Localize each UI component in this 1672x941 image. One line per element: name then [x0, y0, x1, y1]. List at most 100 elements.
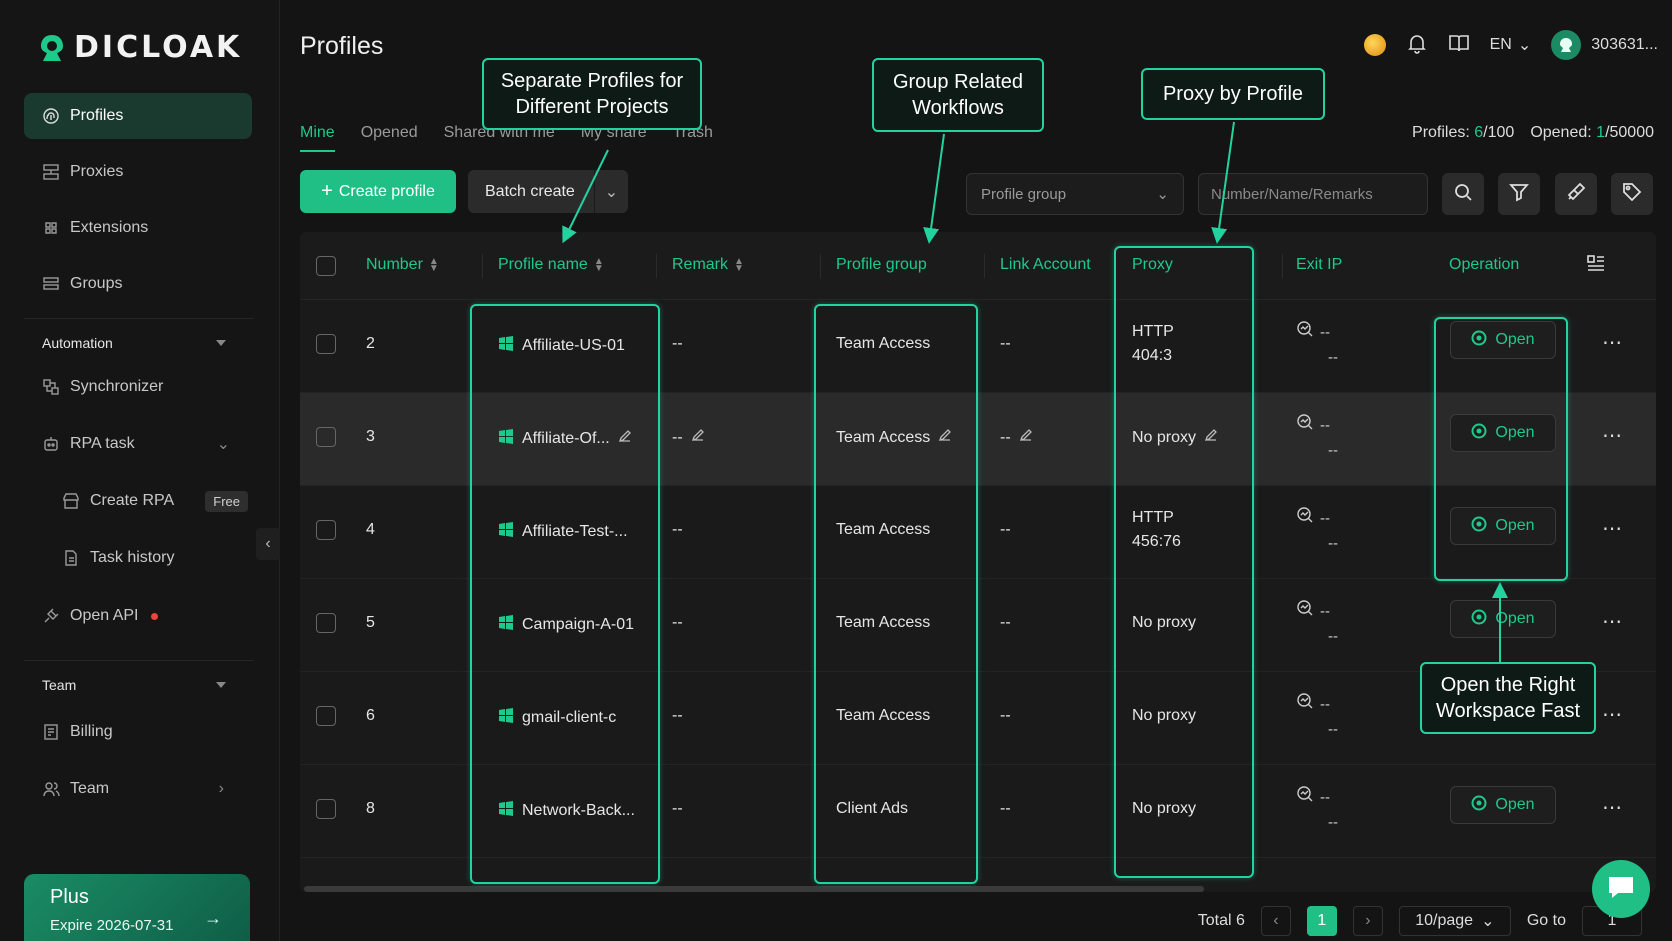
proxy-cell[interactable]: No proxy: [1132, 428, 1218, 447]
section-team[interactable]: Team: [42, 677, 76, 693]
sidebar-collapse-button[interactable]: ‹: [256, 528, 280, 560]
link-account-cell[interactable]: --: [1000, 428, 1033, 447]
row-checkbox[interactable]: [316, 799, 336, 819]
edit-icon[interactable]: [691, 428, 705, 447]
table-row[interactable]: 5 Campaign-A-01 -- Team Access -- No proxy -- -…: [300, 579, 1656, 672]
sidebar-item-task-history[interactable]: Task history: [44, 535, 254, 581]
open-profile-button[interactable]: Open: [1450, 507, 1556, 545]
profile-name-cell[interactable]: Network-Back...: [498, 800, 635, 821]
more-options-icon[interactable]: ⋯: [1602, 609, 1624, 634]
profile-name-cell[interactable]: Campaign-A-01: [498, 614, 634, 635]
open-profile-button[interactable]: Open: [1450, 600, 1556, 638]
edit-icon[interactable]: [1019, 428, 1033, 447]
tab-mine[interactable]: Mine: [300, 124, 335, 152]
table-row[interactable]: 8 Network-Back... -- Client Ads -- No proxy --…: [300, 765, 1656, 858]
prev-page-button[interactable]: ‹: [1260, 906, 1291, 936]
book-icon[interactable]: [1448, 32, 1470, 58]
clean-button[interactable]: [1555, 173, 1597, 215]
column-link-account[interactable]: Link Account: [1000, 256, 1091, 274]
tab-opened[interactable]: Opened: [361, 124, 418, 152]
column-profile-name[interactable]: Profile name ▲ ▼: [498, 256, 604, 274]
user-menu[interactable]: 303631...: [1551, 30, 1658, 60]
section-automation[interactable]: Automation: [42, 335, 113, 351]
page-button-1[interactable]: 1: [1306, 906, 1337, 936]
table-row[interactable]: 2 Affiliate-US-01 -- Team Access -- HTTP 404:3…: [300, 300, 1656, 393]
caret-down-icon[interactable]: [216, 340, 226, 346]
table-row[interactable]: 4 Affiliate-Test-... -- Team Access -- HTTP 45…: [300, 486, 1656, 579]
next-page-button[interactable]: ›: [1352, 906, 1383, 936]
language-selector[interactable]: EN ⌄: [1490, 35, 1532, 55]
more-options-icon[interactable]: ⋯: [1602, 795, 1624, 820]
profile-name-cell[interactable]: Affiliate-US-01: [498, 335, 625, 356]
sidebar-item-team[interactable]: Team ›: [24, 766, 252, 812]
callout-open-workspace: Open the Right Workspace Fast: [1420, 662, 1596, 734]
logo[interactable]: DICLOAK: [38, 30, 242, 65]
more-options-icon[interactable]: ⋯: [1602, 702, 1624, 727]
sidebar-item-create-rpa[interactable]: Create RPA Free: [44, 478, 254, 524]
ip-check-icon[interactable]: [1296, 413, 1314, 439]
proxy-cell: HTTP 456:76: [1132, 508, 1181, 552]
column-number[interactable]: Number ▲ ▼: [366, 256, 439, 274]
column-settings-icon[interactable]: [1586, 254, 1606, 278]
chevron-down-icon[interactable]: ⌄: [595, 182, 628, 202]
create-profile-button[interactable]: + Create profile: [300, 170, 456, 213]
sidebar-item-extensions[interactable]: Extensions: [24, 205, 252, 251]
row-checkbox[interactable]: [316, 613, 336, 633]
select-all-checkbox[interactable]: [316, 256, 336, 276]
sidebar-item-profiles[interactable]: Profiles: [24, 93, 252, 139]
profile-name: Affiliate-Test-...: [522, 522, 628, 540]
more-options-icon[interactable]: ⋯: [1602, 423, 1624, 448]
open-profile-button[interactable]: Open: [1450, 321, 1556, 359]
table-row[interactable]: 3 Affiliate-Of... -- Team Access -- No proxy -…: [300, 393, 1656, 486]
bell-icon[interactable]: [1406, 32, 1428, 58]
row-checkbox[interactable]: [316, 334, 336, 354]
ip-check-icon[interactable]: [1296, 785, 1314, 811]
column-separator: [820, 254, 821, 278]
open-profile-button[interactable]: Open: [1450, 414, 1556, 452]
profile-name-cell[interactable]: Affiliate-Test-...: [498, 521, 628, 542]
sidebar-item-proxies[interactable]: Proxies: [24, 149, 252, 195]
remark-cell[interactable]: --: [672, 428, 705, 447]
column-profile-group[interactable]: Profile group: [836, 256, 927, 274]
row-checkbox[interactable]: [316, 427, 336, 447]
profile-group-cell[interactable]: Team Access: [836, 428, 952, 447]
browser-icon: [1471, 795, 1487, 816]
caret-down-icon[interactable]: [216, 682, 226, 688]
open-label: Open: [1495, 517, 1535, 534]
row-checkbox[interactable]: [316, 520, 336, 540]
profile-group-select[interactable]: Profile group ⌄: [966, 173, 1184, 215]
sidebar-item-rpa-task[interactable]: RPA task ⌄: [24, 421, 252, 467]
search-input[interactable]: [1198, 173, 1428, 215]
column-remark[interactable]: Remark ▲ ▼: [672, 256, 744, 274]
tag-button[interactable]: [1611, 173, 1653, 215]
more-options-icon[interactable]: ⋯: [1602, 516, 1624, 541]
column-exit-ip[interactable]: Exit IP: [1296, 256, 1342, 274]
filter-button[interactable]: [1498, 173, 1540, 215]
sidebar-item-groups[interactable]: Groups: [24, 261, 252, 307]
open-profile-button[interactable]: Open: [1450, 786, 1556, 824]
row-checkbox[interactable]: [316, 706, 336, 726]
profile-name-cell[interactable]: gmail-client-c: [498, 707, 616, 728]
ip-check-icon[interactable]: [1296, 599, 1314, 625]
edit-icon[interactable]: [618, 429, 632, 448]
horizontal-scrollbar[interactable]: [304, 886, 1204, 892]
page-size-select[interactable]: 10/page ⌄: [1398, 906, 1511, 936]
sidebar-item-billing[interactable]: Billing: [24, 709, 252, 755]
batch-create-button[interactable]: Batch create ⌄: [468, 170, 628, 213]
ip-check-icon[interactable]: [1296, 506, 1314, 532]
search-button[interactable]: [1442, 173, 1484, 215]
profile-name-cell[interactable]: Affiliate-Of...: [498, 428, 632, 449]
more-options-icon[interactable]: ⋯: [1602, 330, 1624, 355]
robot-icon: [42, 435, 60, 453]
plan-card[interactable]: Plus Expire 2026-07-31 →: [24, 874, 250, 941]
ip-check-icon[interactable]: [1296, 320, 1314, 346]
sidebar-item-open-api[interactable]: Open API: [24, 593, 252, 639]
edit-icon[interactable]: [1204, 428, 1218, 447]
chat-support-button[interactable]: [1592, 860, 1650, 918]
remark-value: --: [672, 707, 683, 724]
edit-icon[interactable]: [938, 428, 952, 447]
sidebar-item-synchronizer[interactable]: Synchronizer: [24, 364, 252, 410]
coin-icon[interactable]: [1363, 34, 1386, 56]
ip-check-icon[interactable]: [1296, 692, 1314, 718]
column-proxy[interactable]: Proxy: [1132, 256, 1173, 274]
